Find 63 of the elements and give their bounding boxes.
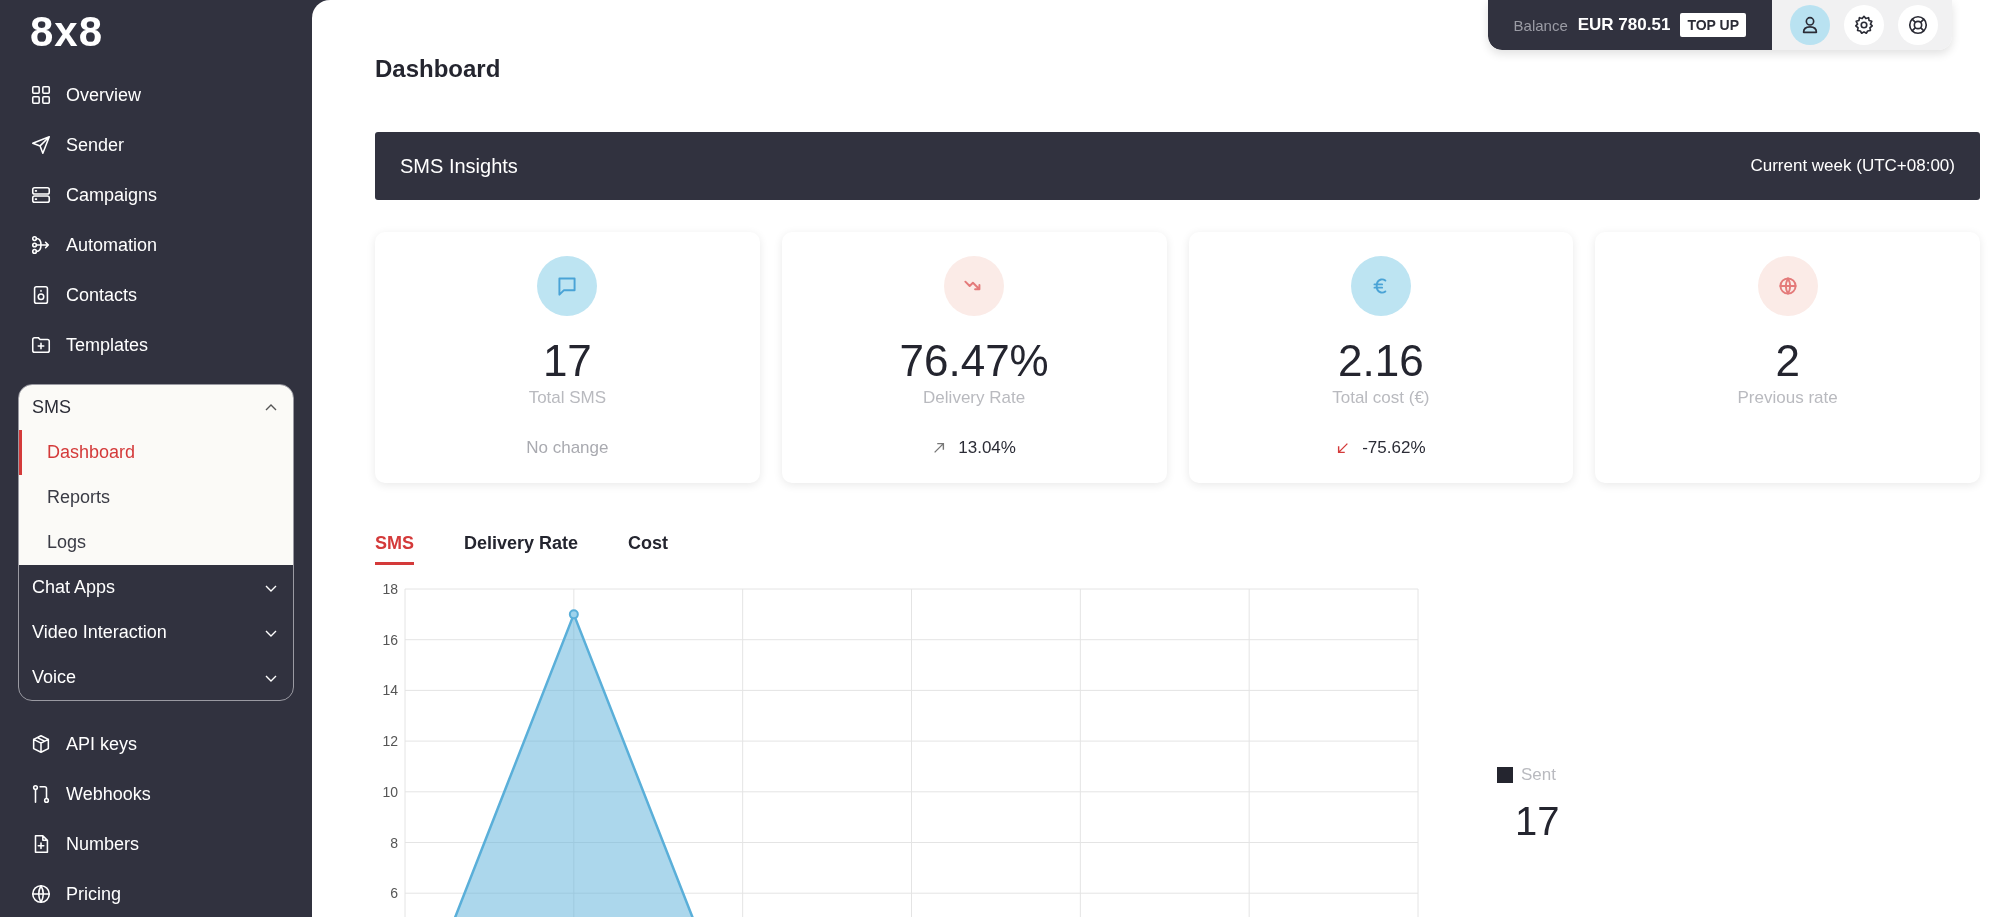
nav-item[interactable]: Numbers: [0, 819, 312, 869]
nav-item[interactable]: Pricing: [0, 869, 312, 917]
stat-value: 2: [1775, 336, 1800, 386]
grid-icon: [30, 84, 52, 106]
y-tick-label: 18: [382, 581, 398, 597]
balance-label: Balance: [1513, 16, 1568, 34]
submenu-item[interactable]: Reports: [19, 475, 293, 520]
change-text: -75.62%: [1362, 438, 1426, 458]
lifebuoy-icon: [1907, 14, 1929, 36]
submenu-item[interactable]: Dashboard: [19, 430, 293, 475]
stat-value: 76.47%: [899, 336, 1049, 386]
stat-label: Total cost (€): [1332, 388, 1430, 408]
nav-item[interactable]: Templates: [0, 320, 312, 370]
nav-item[interactable]: Webhooks: [0, 769, 312, 819]
y-tick-label: 6: [390, 885, 398, 902]
legend-label: Sent: [1521, 765, 1556, 785]
flow-icon: [30, 234, 52, 256]
menu-section[interactable]: Voice: [19, 655, 293, 700]
legend-total: 17: [1515, 799, 1560, 844]
menu-section[interactable]: Video Interaction: [19, 610, 293, 655]
stat-value: 17: [542, 336, 592, 386]
submenu-item[interactable]: Logs: [19, 520, 293, 565]
y-tick-label: 14: [382, 682, 398, 699]
y-tick-label: 8: [390, 834, 398, 851]
settings-icon: [1853, 14, 1875, 36]
change-text: 13.04%: [958, 438, 1016, 458]
send-icon: [30, 134, 52, 156]
stat-label: Total SMS: [528, 388, 607, 408]
nav-item[interactable]: Campaigns: [0, 170, 312, 220]
chart-tab[interactable]: SMS: [375, 533, 414, 565]
chart-tab[interactable]: Cost: [628, 533, 669, 565]
change-text: No change: [526, 438, 609, 458]
nav-item[interactable]: API keys: [0, 719, 312, 769]
nav-item[interactable]: Overview: [0, 70, 312, 120]
globe-icon: [30, 883, 52, 905]
stat-label: Delivery Rate: [923, 388, 1026, 408]
legend-swatch: [1497, 767, 1513, 783]
period-label: Current week (UTC+08:00): [1750, 156, 1955, 176]
y-tick-label: 12: [382, 733, 398, 750]
settings-button[interactable]: [1844, 5, 1884, 45]
folder-icon: [30, 334, 52, 356]
stack-icon: [30, 184, 52, 206]
logo: 8x8: [30, 10, 105, 54]
box-icon: [30, 733, 52, 755]
nav-item[interactable]: Contacts: [0, 270, 312, 320]
nav-item[interactable]: Automation: [0, 220, 312, 270]
help-button[interactable]: [1898, 5, 1938, 45]
menu-section[interactable]: Chat Apps: [19, 565, 293, 610]
arrow-up-right-icon: [932, 441, 947, 455]
page-title: Dashboard: [375, 54, 502, 84]
y-tick-label: 10: [382, 783, 398, 800]
stat-value: 2.16: [1338, 336, 1424, 386]
chart-tab[interactable]: Delivery Rate: [464, 533, 579, 565]
user-button[interactable]: [1790, 5, 1830, 45]
insights-title: SMS Insights: [400, 154, 518, 178]
stat-label: Previous rate: [1737, 388, 1838, 408]
nav-item[interactable]: Sender: [0, 120, 312, 170]
data-point: [568, 609, 579, 620]
y-tick-label: 16: [382, 631, 398, 648]
hook-icon: [30, 783, 52, 805]
top-up-button[interactable]: TOP UP: [1680, 13, 1746, 37]
balance-amount: EUR 780.51: [1577, 15, 1671, 35]
menu-section[interactable]: SMS: [19, 385, 293, 430]
